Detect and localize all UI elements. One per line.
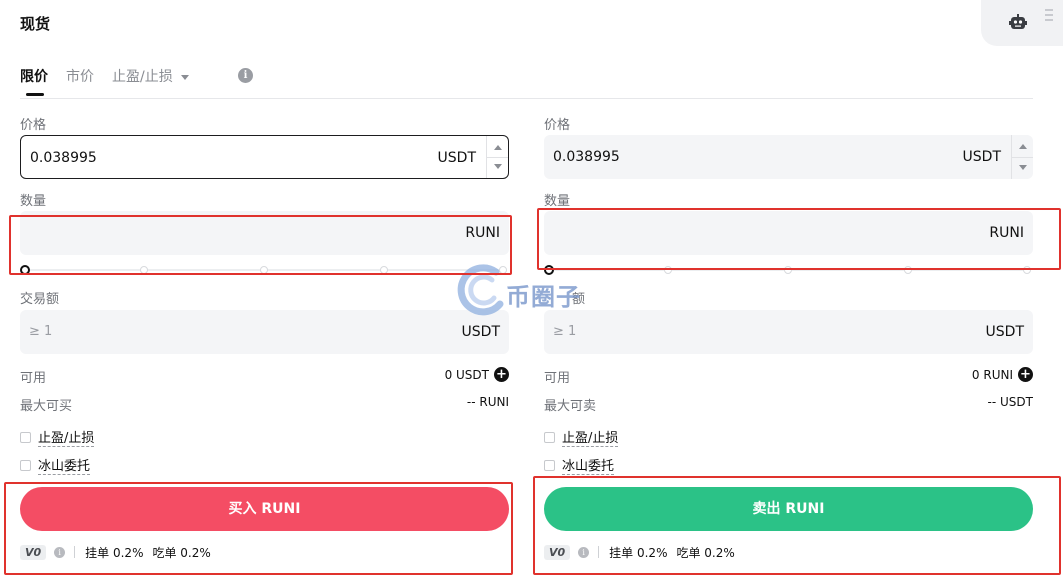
sell-max-label: 最大可卖 — [544, 399, 597, 414]
sell-available-label: 可用 — [544, 371, 571, 386]
sell-price-unit: USDT — [962, 149, 1001, 165]
highlight-buy-amount — [9, 215, 512, 275]
sell-tpsl-label: 止盈/止损 — [562, 427, 619, 447]
checkbox-box[interactable] — [544, 431, 555, 443]
buy-total-unit: USDT — [461, 324, 500, 340]
buy-price-unit: USDT — [437, 150, 476, 166]
buy-available-row: 可用 0 USDT + — [20, 367, 509, 386]
sell-available-row: 可用 0 RUNI + — [544, 367, 1033, 386]
buy-total-input[interactable]: ≥ 1 USDT — [20, 310, 509, 354]
buy-total-label: 交易额 — [20, 292, 60, 307]
stepper-up-icon[interactable] — [1019, 144, 1027, 149]
buy-max-row: 最大可买 -- RUNI — [20, 395, 509, 414]
sell-tpsl-checkbox[interactable]: 止盈/止损 — [544, 427, 619, 447]
buy-price-input[interactable]: 0.038995 USDT — [20, 135, 509, 179]
checkbox-box[interactable] — [20, 431, 31, 443]
buy-available-value: 0 USDT — [444, 367, 489, 382]
sell-price-value: 0.038995 — [553, 149, 620, 165]
sell-price-label: 价格 — [544, 118, 571, 133]
sell-max-value: -- USDT — [987, 395, 1033, 409]
buy-price-value: 0.038995 — [30, 150, 97, 166]
sell-amount-label: 数量 — [544, 194, 571, 209]
watermark-text: 币圈子 — [506, 283, 581, 311]
sell-total-placeholder: ≥ 1 — [553, 324, 577, 339]
plus-icon[interactable]: + — [494, 367, 509, 382]
sell-available-value: 0 RUNI — [971, 367, 1013, 382]
sell-iceberg-checkbox[interactable]: 冰山委托 — [544, 455, 615, 475]
sell-price-input[interactable]: 0.038995 USDT — [544, 135, 1033, 179]
checkbox-box[interactable] — [544, 459, 555, 471]
buy-max-label: 最大可买 — [20, 399, 73, 414]
menu-icon[interactable] — [1045, 9, 1053, 23]
buy-tpsl-label: 止盈/止损 — [38, 427, 95, 447]
stepper-down-icon[interactable] — [1019, 165, 1027, 170]
plus-icon[interactable]: + — [1018, 367, 1033, 382]
buy-price-stepper[interactable] — [486, 136, 508, 178]
buy-total-placeholder: ≥ 1 — [29, 324, 53, 339]
checkbox-box[interactable] — [20, 459, 31, 471]
buy-price-label: 价格 — [20, 118, 47, 133]
sell-total-unit: USDT — [985, 324, 1024, 340]
buy-iceberg-checkbox[interactable]: 冰山委托 — [20, 455, 91, 475]
highlight-buy-button — [4, 482, 513, 575]
sell-total-input[interactable]: ≥ 1 USDT — [544, 310, 1033, 354]
buy-amount-label: 数量 — [20, 194, 47, 209]
buy-available-label: 可用 — [20, 371, 47, 386]
sell-max-row: 最大可卖 -- USDT — [544, 395, 1033, 414]
buy-max-value: -- RUNI — [466, 395, 509, 409]
stepper-up-icon[interactable] — [494, 145, 502, 150]
sell-price-stepper[interactable] — [1011, 135, 1033, 179]
buy-tpsl-checkbox[interactable]: 止盈/止损 — [20, 427, 95, 447]
sell-iceberg-label: 冰山委托 — [562, 455, 615, 475]
buy-iceberg-label: 冰山委托 — [38, 455, 91, 475]
highlight-sell-button — [533, 476, 1061, 575]
highlight-sell-amount — [537, 208, 1061, 270]
stepper-down-icon[interactable] — [494, 164, 502, 169]
spot-trade-panel: 现货 限价 市价 止盈/止损 i 价格 0.038995 USDT 数量 RUN… — [0, 0, 1063, 577]
